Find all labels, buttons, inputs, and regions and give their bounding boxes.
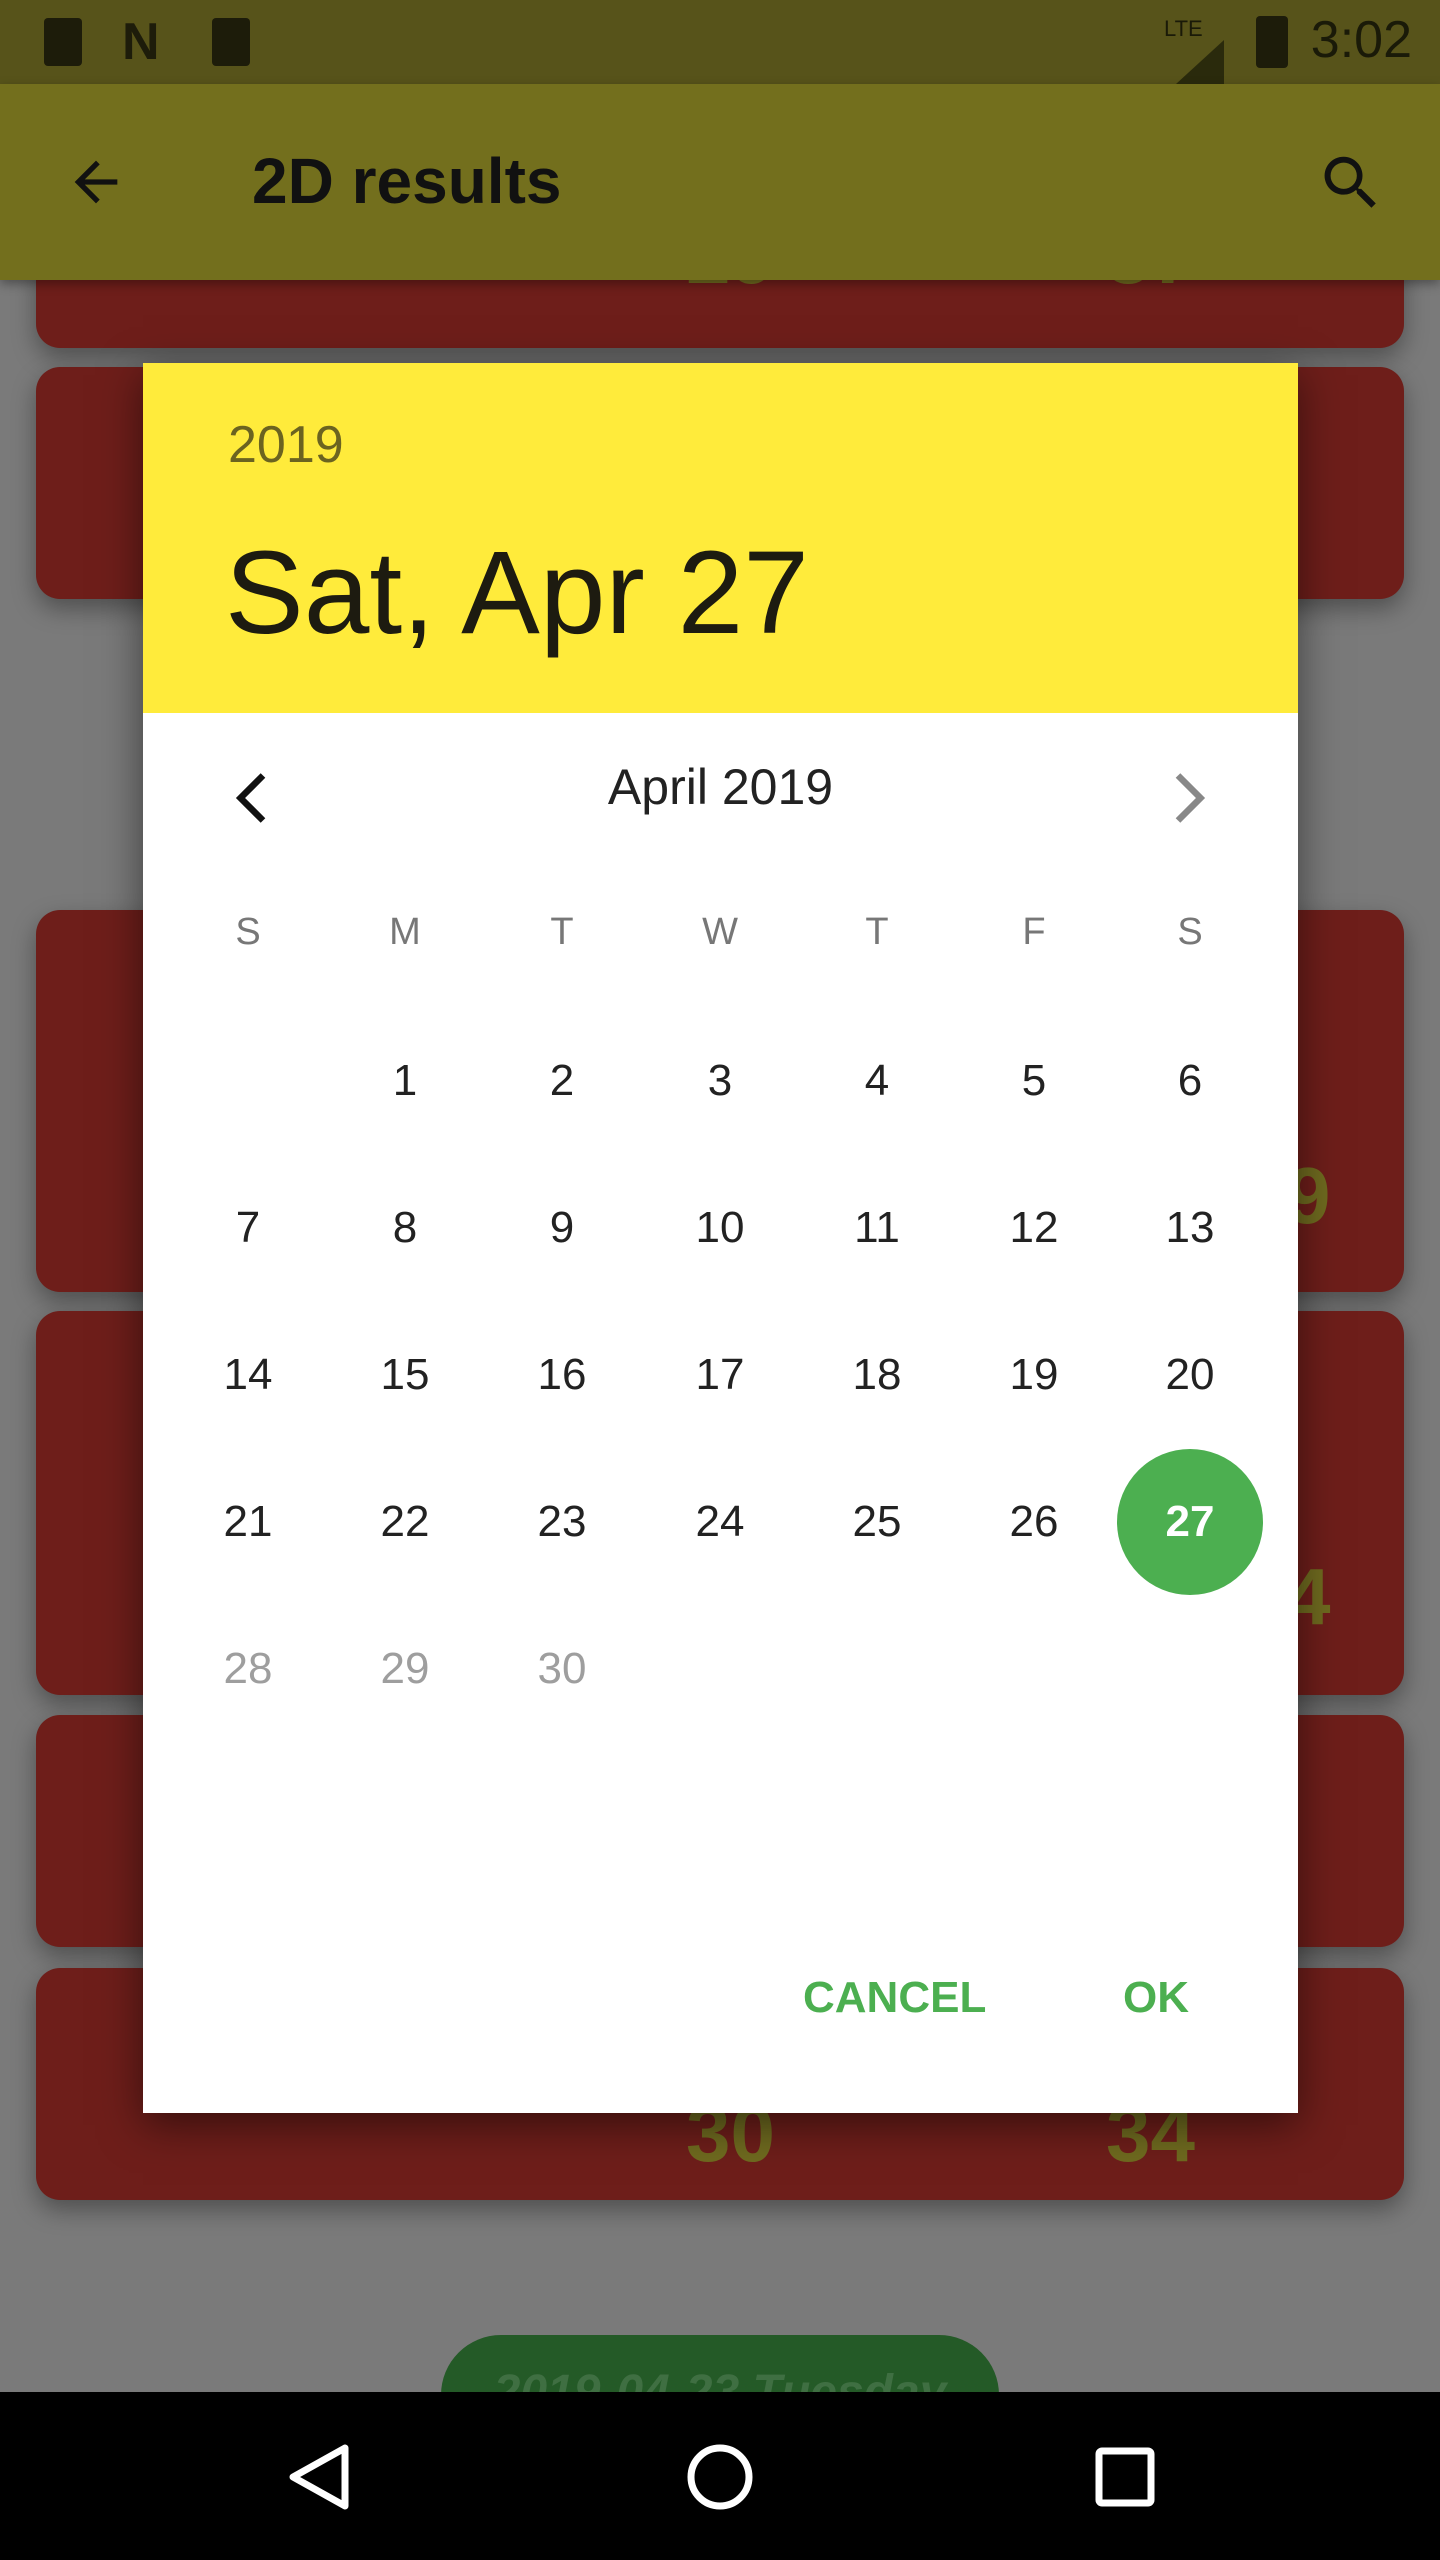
a-icon (212, 18, 250, 66)
calendar-day: 28 (223, 1644, 273, 1693)
sd-card-icon (44, 18, 82, 66)
ok-button[interactable]: OK (1123, 1973, 1189, 2023)
home-circle-icon[interactable] (685, 2442, 755, 2512)
calendar-day[interactable]: 13 (1115, 1153, 1265, 1303)
calendar-day[interactable]: 12 (959, 1153, 1109, 1303)
calendar-day[interactable]: 9 (487, 1153, 637, 1303)
weekday-header: T (550, 911, 574, 953)
calendar-day[interactable]: 24 (645, 1447, 795, 1597)
weekday-header: T (865, 911, 889, 953)
signal-icon (1176, 40, 1224, 84)
recents-square-icon[interactable] (1090, 2442, 1160, 2512)
calendar-day[interactable]: 10 (645, 1153, 795, 1303)
battery-charging-icon (1256, 16, 1288, 68)
calendar-day[interactable]: 25 (802, 1447, 952, 1597)
arrow-left-icon[interactable] (64, 150, 128, 214)
calendar-day[interactable]: 23 (487, 1447, 637, 1597)
calendar-day: 29 (380, 1644, 430, 1693)
weekday-header: S (1177, 911, 1203, 953)
status-bar: N LTE 3:02 (0, 0, 1440, 84)
weekday-header: M (389, 911, 421, 953)
calendar-day: 30 (537, 1644, 587, 1693)
weekday-header: S (235, 911, 261, 953)
calendar-day[interactable]: 4 (802, 1006, 952, 1156)
calendar-day[interactable]: 18 (802, 1300, 952, 1450)
calendar-day[interactable]: 20 (1115, 1300, 1265, 1450)
calendar-day[interactable]: 16 (487, 1300, 637, 1450)
selected-date: Sat, Apr 27 (225, 527, 809, 659)
calendar-day[interactable]: 2 (487, 1006, 637, 1156)
calendar-day[interactable]: 17 (645, 1300, 795, 1450)
page-title: 2D results (252, 145, 562, 217)
calendar-day[interactable]: 14 (173, 1300, 323, 1450)
calendar-day[interactable]: 3 (645, 1006, 795, 1156)
calendar-day[interactable]: 6 (1115, 1006, 1265, 1156)
calendar-day[interactable]: 19 (959, 1300, 1109, 1450)
network-type: LTE (1164, 16, 1203, 41)
n-icon: N (122, 13, 160, 71)
calendar-day[interactable]: 8 (330, 1153, 480, 1303)
year-selector[interactable]: 2019 (228, 415, 344, 475)
month-label: April 2019 (607, 759, 834, 815)
back-triangle-icon[interactable] (285, 2442, 355, 2512)
date-picker-header: 2019 Sat, Apr 27 (143, 363, 1298, 713)
calendar-day[interactable]: 11 (802, 1153, 952, 1303)
calendar-day[interactable]: 21 (173, 1447, 323, 1597)
weekday-header: W (702, 911, 738, 953)
navigation-bar (0, 2392, 1440, 2560)
calendar-day[interactable]: 22 (330, 1447, 480, 1597)
search-icon[interactable] (1316, 148, 1386, 218)
weekday-header: F (1022, 911, 1046, 953)
calendar-day[interactable]: 1 (330, 1006, 480, 1156)
calendar-day[interactable]: 5 (959, 1006, 1109, 1156)
app-toolbar: 2D results (0, 84, 1440, 280)
date-picker-dialog: 2019 Sat, Apr 27 April 2019 SMTWTFS12345… (143, 363, 1298, 2113)
calendar-day[interactable]: 7 (173, 1153, 323, 1303)
chevron-right-icon[interactable] (1158, 763, 1218, 833)
calendar-day[interactable]: 26 (959, 1447, 1109, 1597)
cancel-button[interactable]: CANCEL (803, 1973, 986, 2023)
calendar-day[interactable]: 15 (330, 1300, 480, 1450)
calendar-day[interactable]: 27 (1115, 1447, 1265, 1597)
clock: 3:02 (1310, 11, 1412, 69)
